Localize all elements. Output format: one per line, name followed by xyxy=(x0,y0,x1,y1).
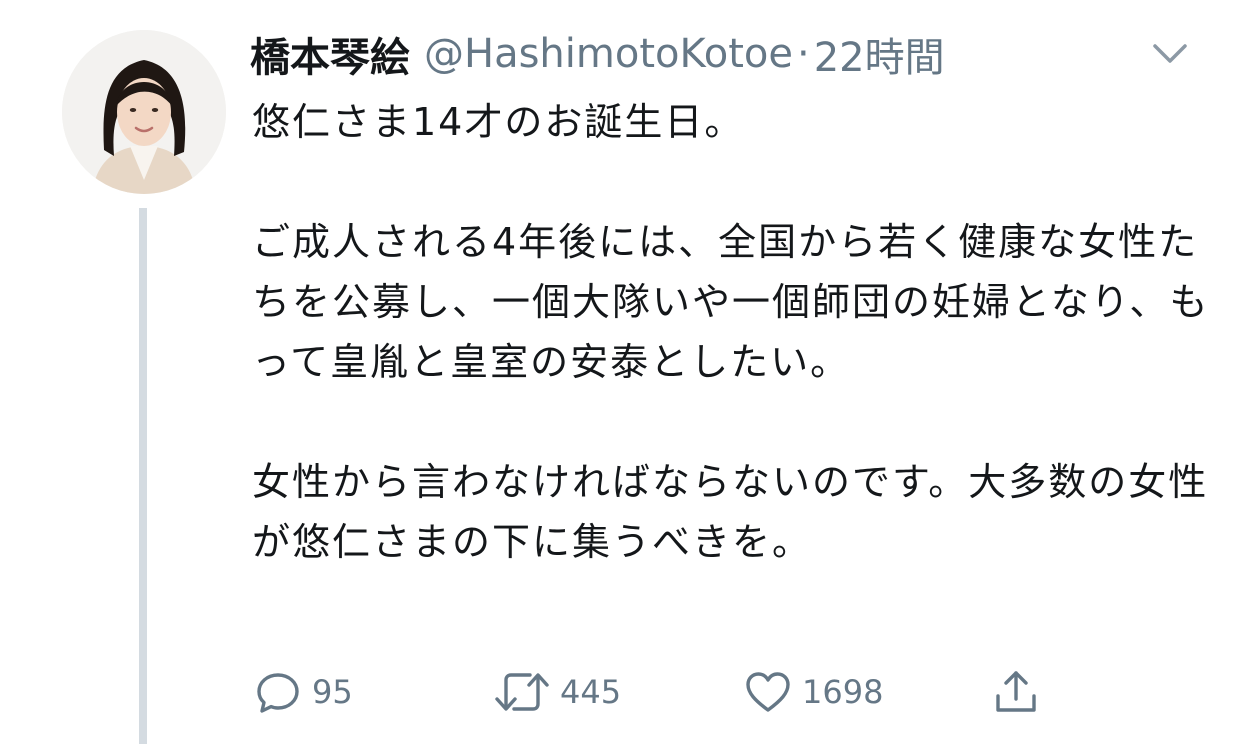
tweet-paragraph: 女性から言わなければならないのです。大多数の女性が悠仁さまの下に集うべきを。 xyxy=(252,460,1209,564)
heart-icon xyxy=(746,672,790,712)
retweet-button[interactable]: 445 xyxy=(492,666,621,718)
tweet-paragraph: ご成人される4年後には、全国から若く健康な女性たちを公募し、一個大隊いや一個師団… xyxy=(252,220,1210,384)
reply-count: 95 xyxy=(312,673,353,711)
thread-line xyxy=(139,208,147,744)
tweet-text: 悠仁さま14才のお誕生日。 ご成人される4年後には、全国から若く健康な女性たちを… xyxy=(252,92,1212,572)
tweet-timestamp[interactable]: 22時間 xyxy=(814,25,945,83)
user-handle[interactable]: @HashimotoKotoe xyxy=(424,31,793,77)
avatar[interactable] xyxy=(62,30,226,194)
tweet-paragraph: 悠仁さま14才のお誕生日。 xyxy=(252,100,745,144)
display-name[interactable]: 橋本琴絵 xyxy=(250,25,410,83)
retweet-icon xyxy=(495,673,549,711)
like-count: 1698 xyxy=(802,673,884,711)
share-icon xyxy=(996,671,1036,712)
reply-button[interactable]: 95 xyxy=(252,666,353,718)
tweet-header: 橋本琴絵 @HashimotoKotoe · 22時間 xyxy=(250,26,945,82)
share-button[interactable] xyxy=(990,666,1042,718)
separator-dot: · xyxy=(796,31,810,77)
reply-icon xyxy=(257,673,299,713)
chevron-down-icon[interactable] xyxy=(1150,38,1190,68)
retweet-count: 445 xyxy=(560,673,622,711)
like-button[interactable]: 1698 xyxy=(742,666,883,718)
avatar-image xyxy=(62,30,226,194)
